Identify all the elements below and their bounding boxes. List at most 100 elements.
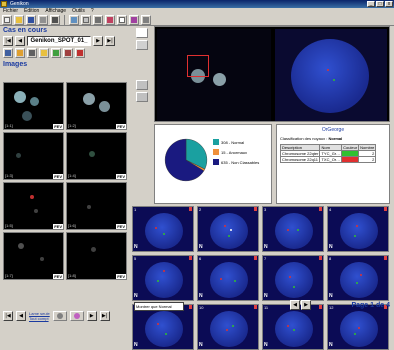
nucleus-tile[interactable]: 7N <box>262 255 324 301</box>
thumbnail-label: [1:8] <box>68 273 76 278</box>
nucleus-image <box>145 311 183 347</box>
printer-icon <box>40 17 46 23</box>
tile-marker <box>189 256 192 260</box>
nucleus-tile[interactable]: 4N <box>327 206 389 252</box>
maximize-button[interactable]: □ <box>376 1 384 7</box>
classification-line: Classification des noyaux : Normal <box>280 136 386 141</box>
scan-button[interactable] <box>93 15 103 25</box>
main-image-viewer[interactable] <box>154 26 390 122</box>
prev-image-button[interactable]: ◀ <box>16 311 26 321</box>
roi-tool[interactable] <box>136 40 148 50</box>
folder-button[interactable] <box>39 48 49 58</box>
fish-signal <box>228 235 230 237</box>
last-image-button[interactable]: ▶| <box>99 311 110 321</box>
color-button[interactable] <box>69 311 84 321</box>
nucleus-tile[interactable]: 8N <box>327 255 389 301</box>
open-button[interactable] <box>14 15 24 25</box>
minimize-button[interactable]: _ <box>367 1 375 7</box>
camera-button[interactable] <box>50 15 60 25</box>
thumbnail-2[interactable]: [1:2] FEV <box>66 82 127 130</box>
thumbnail-8[interactable]: [1:8] FEV <box>66 232 127 280</box>
fish-signal <box>354 235 356 237</box>
table-row[interactable]: Chromosome 22q11 TXC_Or… 2 <box>279 156 377 163</box>
export-button[interactable] <box>129 15 139 25</box>
nucleus-image <box>210 311 248 347</box>
right-panel: 308 - Normal 15 - Anormaux 635 - Non Cla… <box>132 26 394 350</box>
edit-button[interactable] <box>15 48 25 58</box>
probe-count: 2 <box>358 156 377 163</box>
print-button[interactable] <box>38 15 48 25</box>
nucleus-tile[interactable]: 3N <box>262 206 324 252</box>
nucleus-tile[interactable]: 6N <box>197 255 259 301</box>
copy-button[interactable] <box>81 15 91 25</box>
count-all-option[interactable]: Tout compt <box>29 316 50 321</box>
legend-swatch <box>213 149 219 155</box>
thumbnail-badge: FEV <box>53 224 63 229</box>
new-case-button[interactable] <box>2 15 12 25</box>
fish-signal <box>155 227 157 229</box>
gear-icon <box>143 17 149 23</box>
classification-pie-panel: 308 - Normal 15 - Anormaux 635 - Non Cla… <box>154 124 272 204</box>
zoom-button[interactable] <box>52 311 67 321</box>
left-panel: Cas en cours |◀ ◀ Genikon_SPOT_01_ ▶ ▶| … <box>0 26 130 321</box>
nucleus-image <box>340 262 378 298</box>
nucleus-tile[interactable]: 5N <box>132 255 194 301</box>
current-case-field[interactable]: Genikon_SPOT_01_ <box>27 36 91 46</box>
report-button[interactable] <box>117 15 127 25</box>
delete-icon <box>77 50 83 56</box>
probe-color <box>341 156 360 163</box>
thumbnail-3[interactable]: [1:3] FEV <box>3 132 64 180</box>
nucleus-tile[interactable]: 1N <box>132 206 194 252</box>
save-button[interactable] <box>26 15 36 25</box>
first-image-button[interactable]: |◀ <box>3 311 13 321</box>
tile-number: 5 <box>134 256 137 261</box>
fish-signal <box>289 276 291 278</box>
zoom-pane[interactable] <box>275 29 387 121</box>
select-tool[interactable] <box>136 28 148 38</box>
legend-swatch <box>213 159 219 165</box>
nucleus-image <box>340 311 378 347</box>
first-case-button[interactable]: |◀ <box>3 36 13 46</box>
grid-view-button[interactable] <box>69 15 79 25</box>
stats-button[interactable] <box>105 15 115 25</box>
thumbnail-4[interactable]: [1:4] FEV <box>66 132 127 180</box>
next-image-button[interactable]: ▶ <box>86 311 97 321</box>
status-row: Montrer que Normal ◀ ▶ Page 1 de 4 <box>132 300 394 313</box>
palette-icon <box>73 313 80 319</box>
info-title: OrGeorge <box>321 127 345 133</box>
tile-class-label: N <box>199 293 203 299</box>
tile-marker <box>254 256 257 260</box>
overview-pane[interactable] <box>157 29 271 121</box>
measure-tool[interactable] <box>136 80 148 90</box>
view-button[interactable] <box>3 48 13 58</box>
prev-case-button[interactable]: ◀ <box>15 36 25 46</box>
last-case-button[interactable]: ▶| <box>105 36 115 46</box>
fish-signal <box>356 282 358 284</box>
tile-number: 1 <box>134 207 137 212</box>
thumbnail-badge: FEV <box>116 174 126 179</box>
settings-button[interactable] <box>141 15 151 25</box>
legend-item: 308 - Normal <box>213 137 259 147</box>
thumbnail-grid-top: [1:1] FEV [1:2] FEV [1:3] FEV [1:4] FEV <box>3 82 127 180</box>
prev-page-button[interactable]: ◀ <box>290 300 300 310</box>
main-toolbar <box>0 14 394 26</box>
annotate-tool[interactable] <box>136 92 148 102</box>
fish-signal <box>287 325 289 327</box>
thumbnail-7[interactable]: [1:7] FEV <box>3 232 64 280</box>
next-page-button[interactable]: ▶ <box>301 300 311 310</box>
thumbnail-6[interactable]: [1:6] FEV <box>66 182 127 230</box>
tile-class-label: N <box>199 244 203 250</box>
cut-button[interactable] <box>27 48 37 58</box>
legend-swatch <box>213 139 219 145</box>
filter-button[interactable] <box>51 48 61 58</box>
close-button[interactable]: x <box>385 1 393 7</box>
thumbnail-5[interactable]: [1:5] FEV <box>3 182 64 230</box>
thumbnail-1[interactable]: [1:1] FEV <box>3 82 64 130</box>
delete-button[interactable] <box>75 48 85 58</box>
fish-signal <box>232 325 234 327</box>
next-case-button[interactable]: ▶ <box>93 36 103 46</box>
tag-button[interactable] <box>63 48 73 58</box>
region-of-interest[interactable] <box>187 55 209 77</box>
eye-icon <box>5 50 11 56</box>
nucleus-tile[interactable]: 2N <box>197 206 259 252</box>
